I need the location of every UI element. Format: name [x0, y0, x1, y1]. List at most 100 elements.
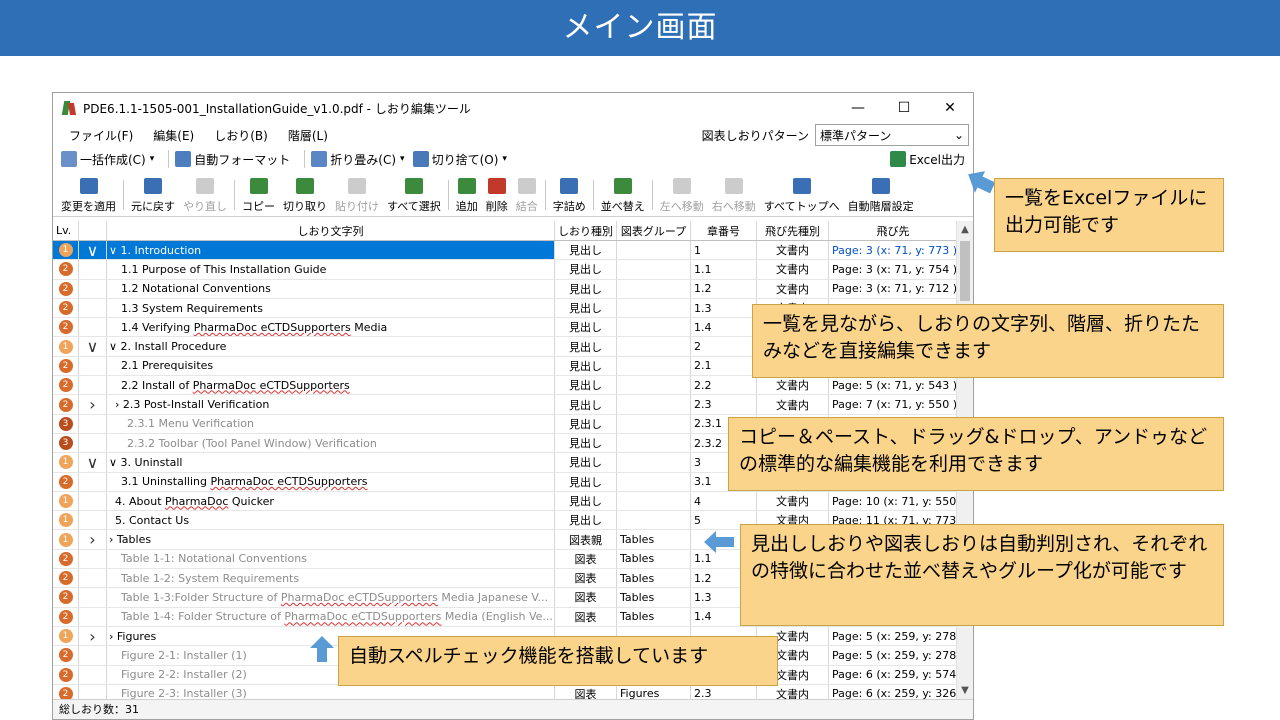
toggle-cell[interactable]: [79, 549, 107, 569]
chapter-cell[interactable]: 4: [691, 491, 757, 511]
minimize-button[interactable]: —: [835, 93, 881, 123]
auto-level-button[interactable]: 自動階層設定: [848, 178, 914, 214]
fold-button[interactable]: 折り畳み(C) ▾: [311, 151, 405, 168]
group-cell[interactable]: [617, 453, 691, 472]
copy-button[interactable]: コピー: [242, 178, 275, 214]
group-cell[interactable]: Tables: [617, 569, 691, 588]
dest-kind-cell[interactable]: 文書内: [757, 241, 829, 260]
toggle-cell[interactable]: ›: [79, 395, 107, 414]
dest-cell[interactable]: Page: 6 (x: 259, y: 326 ): [829, 685, 957, 699]
chapter-cell[interactable]: 1: [691, 241, 757, 260]
table-row[interactable]: 1 4. About PharmaDoc Quicker 見出し 4 文書内 Page: …: [53, 491, 957, 512]
group-cell[interactable]: [617, 376, 691, 395]
toggle-cell[interactable]: [79, 607, 107, 626]
kind-cell[interactable]: 図表親: [555, 530, 617, 549]
kind-cell[interactable]: 図表: [555, 684, 617, 699]
group-cell[interactable]: [617, 356, 691, 376]
chevron-right-icon[interactable]: ›: [89, 395, 95, 413]
chapter-cell[interactable]: 2.1: [691, 356, 757, 376]
group-cell[interactable]: Tables: [617, 588, 691, 607]
scroll-down-icon[interactable]: ▼: [957, 682, 973, 699]
bookmark-text-cell[interactable]: 2.3.2 Toolbar (Tool Panel Window) Verifi…: [107, 433, 555, 453]
menu-file[interactable]: ファイル(F): [69, 127, 133, 144]
batch-create-button[interactable]: 一括作成(C) ▾: [61, 151, 154, 168]
toggle-cell[interactable]: ›: [79, 626, 107, 646]
menu-level[interactable]: 階層(L): [288, 127, 328, 144]
group-cell[interactable]: [617, 511, 691, 530]
toggle-cell[interactable]: [79, 356, 107, 376]
bookmark-text-cell[interactable]: Table 1-3:Folder Structure of PharmaDoc …: [107, 588, 555, 607]
chapter-cell[interactable]: 1.2: [691, 279, 757, 298]
delete-button[interactable]: 削除: [486, 178, 508, 214]
kind-cell[interactable]: 見出し: [555, 491, 617, 511]
group-cell[interactable]: Tables: [617, 549, 691, 569]
header-chapter[interactable]: 章番号: [691, 221, 757, 240]
chevron-down-icon[interactable]: ∨: [87, 241, 99, 259]
toggle-cell[interactable]: ›: [79, 530, 107, 549]
kind-cell[interactable]: 見出し: [555, 318, 617, 337]
chapter-cell[interactable]: 1.3: [691, 298, 757, 318]
dest-cell[interactable]: Page: 5 (x: 259, y: 278 ): [829, 627, 957, 645]
bookmark-text-cell[interactable]: 1.3 System Requirements: [107, 298, 555, 318]
chapter-cell[interactable]: 2.3: [691, 684, 757, 699]
close-button[interactable]: ✕: [927, 93, 973, 123]
bookmark-text-cell[interactable]: 2.3.1 Menu Verification: [107, 414, 555, 433]
group-cell[interactable]: [617, 337, 691, 356]
table-row[interactable]: 1 ∨ ∨ 1. Introduction 見出し 1 文書内 Page: 3 (x: 71…: [53, 241, 957, 261]
bookmark-text-cell[interactable]: Table 1-4: Folder Structure of PharmaDoc…: [107, 607, 555, 626]
kind-cell[interactable]: 見出し: [555, 356, 617, 376]
header-dest-kind[interactable]: 飛び先種別: [757, 221, 829, 240]
select-all-button[interactable]: すべて選択: [387, 178, 441, 214]
scroll-thumb[interactable]: [960, 241, 970, 301]
toggle-cell[interactable]: ∨: [79, 453, 107, 472]
maximize-button[interactable]: ☐: [881, 93, 927, 123]
dest-kind-cell[interactable]: 文書内: [757, 684, 829, 699]
dest-cell[interactable]: Page: 3 (x: 71, y: 773 ): [829, 241, 957, 259]
kind-cell[interactable]: 見出し: [555, 376, 617, 395]
group-cell[interactable]: [617, 472, 691, 491]
group-cell[interactable]: [617, 433, 691, 453]
group-cell[interactable]: [617, 491, 691, 511]
bookmark-text-cell[interactable]: › Tables: [107, 530, 555, 549]
add-button[interactable]: 追加: [456, 178, 478, 214]
bookmark-text-cell[interactable]: 5. Contact Us: [107, 511, 555, 530]
kind-cell[interactable]: 見出し: [555, 433, 617, 453]
menu-bookmark[interactable]: しおり(B): [214, 127, 268, 144]
cut-button[interactable]: 切り取り: [283, 178, 327, 214]
kind-cell[interactable]: 図表: [555, 588, 617, 607]
table-row[interactable]: 2 › › 2.3 Post-Install Verification 見出し 2.3 文…: [53, 395, 957, 415]
undo-button[interactable]: 元に戻す: [131, 178, 175, 214]
kind-cell[interactable]: 図表: [555, 569, 617, 588]
group-cell[interactable]: [617, 318, 691, 337]
dest-kind-cell[interactable]: 文書内: [757, 279, 829, 298]
chapter-cell[interactable]: 1.4: [691, 318, 757, 337]
chapter-cell[interactable]: 2.2: [691, 376, 757, 395]
pattern-select[interactable]: 標準パターン ⌄: [815, 124, 969, 146]
toggle-cell[interactable]: [79, 414, 107, 433]
header-level[interactable]: Lv.: [53, 221, 79, 240]
toggle-cell[interactable]: [79, 433, 107, 453]
scroll-up-icon[interactable]: ▲: [957, 221, 973, 238]
dest-cell[interactable]: Page: 7 (x: 71, y: 550 ): [829, 395, 957, 413]
bookmark-text-cell[interactable]: 1.4 Verifying PharmaDoc eCTDSupporters M…: [107, 318, 555, 337]
toggle-cell[interactable]: ∨: [79, 337, 107, 356]
kind-cell[interactable]: 見出し: [555, 395, 617, 414]
toggle-cell[interactable]: [79, 569, 107, 588]
group-cell[interactable]: Figures: [617, 684, 691, 699]
header-kind[interactable]: しおり種別: [555, 221, 617, 240]
chevron-right-icon[interactable]: ›: [89, 627, 95, 645]
kind-cell[interactable]: 見出し: [555, 472, 617, 491]
chevron-right-icon[interactable]: ›: [89, 530, 95, 548]
table-row[interactable]: 2 Figure 2-3: Installer (3) 図表 Figures 2.3 文書…: [53, 684, 957, 699]
table-row[interactable]: 2 2.2 Install of PharmaDoc eCTDSupporters…: [53, 376, 957, 396]
group-cell[interactable]: [617, 279, 691, 298]
dest-kind-cell[interactable]: 文書内: [757, 395, 829, 414]
excel-output-button[interactable]: Excel出力: [890, 151, 965, 168]
toggle-cell[interactable]: [79, 665, 107, 684]
group-cell[interactable]: [617, 414, 691, 433]
save-button[interactable]: 変更を適用: [61, 178, 116, 214]
chapter-cell[interactable]: 2.3: [691, 395, 757, 414]
move-left-button[interactable]: 左へ移動: [660, 178, 704, 214]
kind-cell[interactable]: 見出し: [555, 298, 617, 318]
bookmark-text-cell[interactable]: 2.2 Install of PharmaDoc eCTDSupporters: [107, 376, 555, 395]
